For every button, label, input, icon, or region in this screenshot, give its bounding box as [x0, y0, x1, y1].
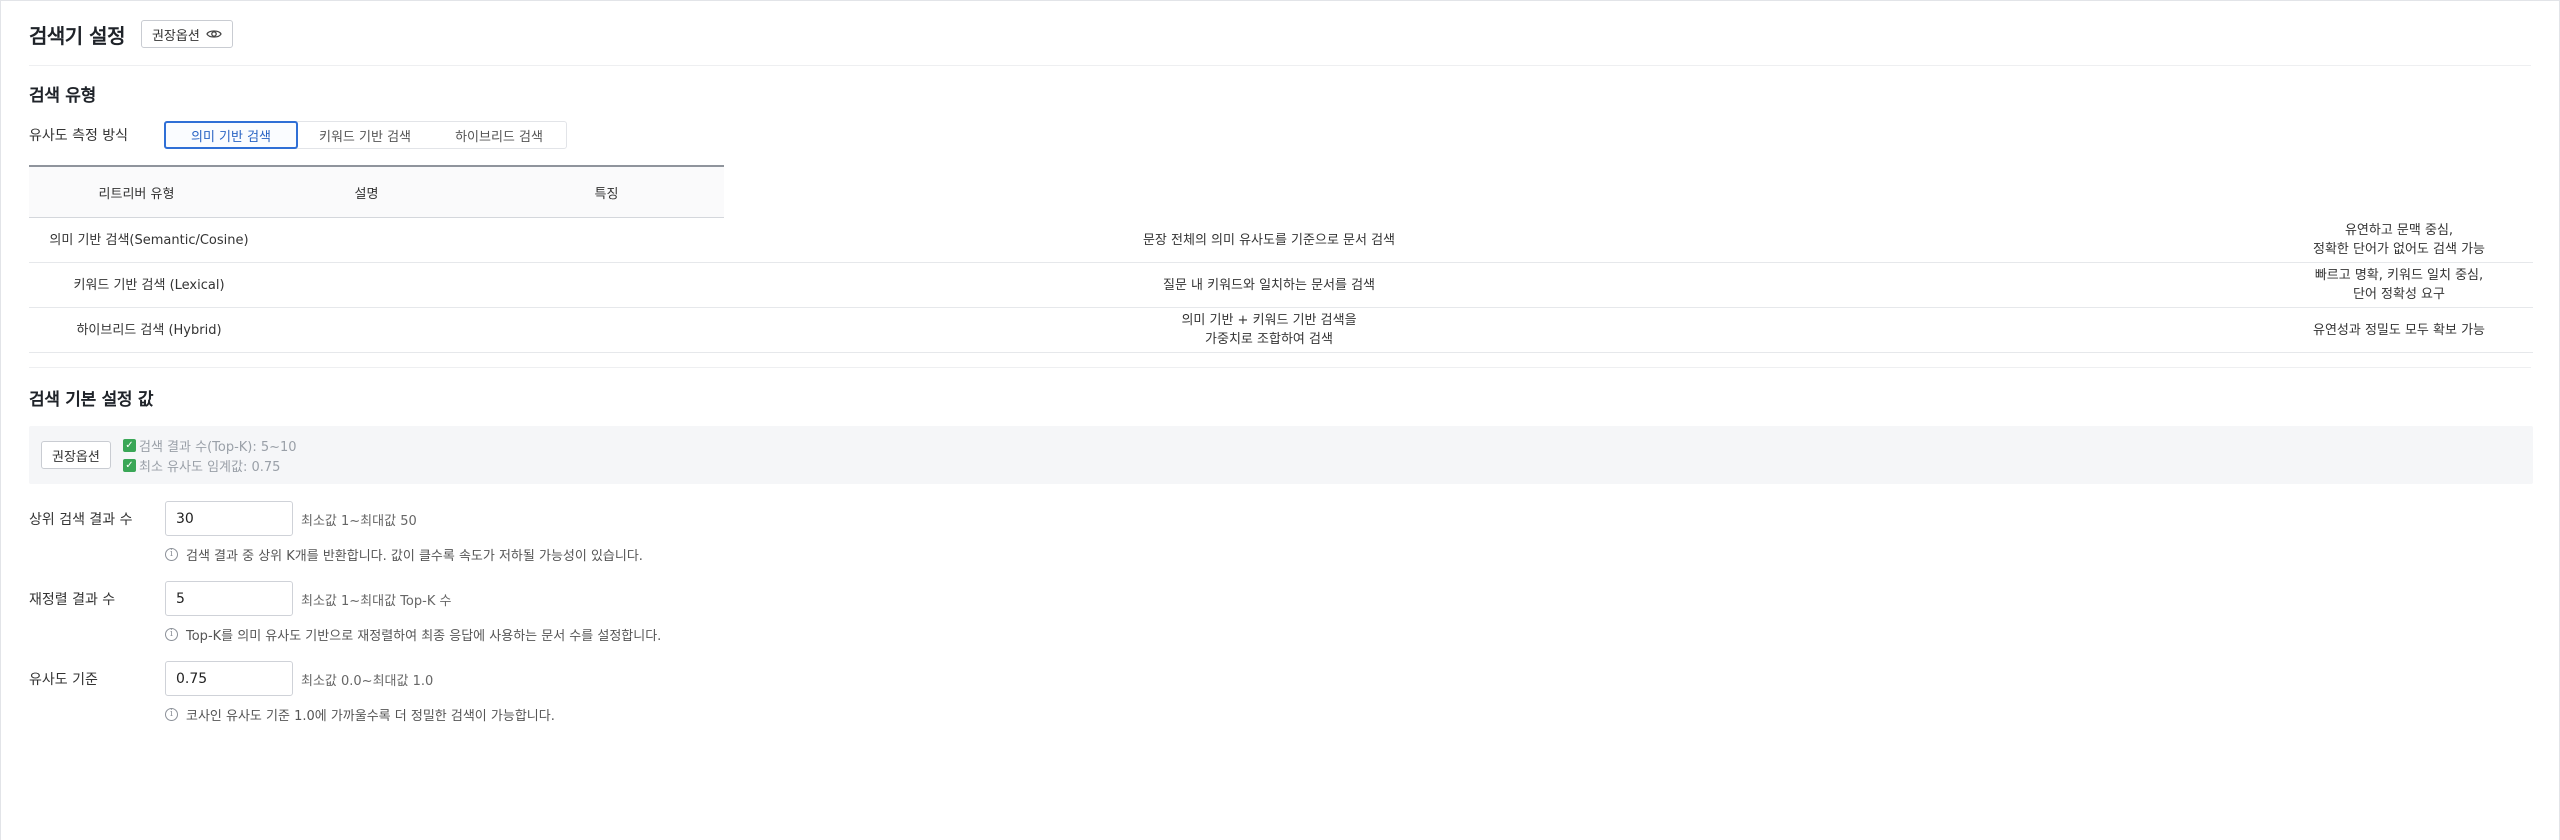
top-k-range: 최소값 1~최대값 50 — [301, 514, 417, 529]
cell-description-line: 가중치로 조합하여 검색 — [1205, 332, 1333, 347]
info-icon: i — [165, 628, 178, 641]
cell-feature: 유연하고 문맥 중심, 정확한 단어가 없어도 검색 가능 — [2219, 218, 2560, 262]
rerank-help-text: Top-K를 의미 유사도 기반으로 재정렬하여 최종 응답에 사용하는 문서 … — [186, 629, 662, 644]
rerank-range: 최소값 1~최대값 Top-K 수 — [301, 594, 452, 609]
segment-hybrid-search[interactable]: 하이브리드 검색 — [432, 122, 566, 148]
cell-description: 문장 전체의 의미 유사도를 기준으로 문서 검색 — [1009, 218, 1529, 262]
similarity-threshold-help: i 코사인 유사도 기준 1.0에 가까울수록 더 정밀한 검색이 가능합니다. — [165, 705, 555, 724]
recommend-line: ✓ 최소 유사도 임계값: 0.75 — [123, 456, 280, 475]
similarity-threshold-label: 유사도 기준 — [29, 672, 98, 688]
check-icon: ✓ — [123, 439, 136, 452]
column-header-description: 설명 — [354, 187, 379, 202]
recommend-options-button[interactable]: 권장옵션 — [41, 441, 111, 469]
top-k-label: 상위 검색 결과 수 — [29, 512, 133, 528]
info-icon: i — [165, 708, 178, 721]
recommend-text: 최소 유사도 임계값: 0.75 — [139, 460, 281, 475]
rerank-help: i Top-K를 의미 유사도 기반으로 재정렬하여 최종 응답에 사용하는 문… — [165, 625, 661, 644]
similarity-method-segmented-control: 의미 기반 검색 키워드 기반 검색 하이브리드 검색 — [164, 121, 567, 149]
table-row: 키워드 기반 검색 (Lexical) 질문 내 키워드와 일치하는 문서를 검… — [29, 263, 2533, 308]
similarity-threshold-input[interactable] — [165, 661, 293, 696]
cell-type: 하이브리드 검색 (Hybrid) — [76, 322, 222, 338]
cell-description: 질문 내 키워드와 일치하는 문서를 검색 — [1009, 263, 1529, 307]
similarity-threshold-help-text: 코사인 유사도 기준 1.0에 가까울수록 더 정밀한 검색이 가능합니다. — [186, 709, 555, 724]
similarity-method-label: 유사도 측정 방식 — [29, 128, 129, 144]
page-header: 검색기 설정 권장옵션 — [29, 19, 233, 49]
info-icon: i — [165, 548, 178, 561]
cell-feature-line: 빠르고 명확, 키워드 일치 중심, — [2314, 268, 2484, 283]
cell-description-line: 질문 내 키워드와 일치하는 문서를 검색 — [1162, 277, 1376, 293]
column-header-type: 리트리버 유형 — [98, 187, 175, 202]
segment-semantic-search[interactable]: 의미 기반 검색 — [164, 121, 298, 149]
cell-type: 키워드 기반 검색 (Lexical) — [73, 277, 225, 293]
top-k-input[interactable] — [165, 501, 293, 536]
column-header-feature: 특징 — [594, 187, 619, 202]
recommend-line: ✓ 검색 결과 수(Top-K): 5~10 — [123, 436, 297, 455]
table-row: 의미 기반 검색(Semantic/Cosine) 문장 전체의 의미 유사도를… — [29, 218, 2533, 263]
retriever-table-header: 리트리버 유형 설명 특징 — [29, 165, 724, 218]
recommend-options-button[interactable]: 권장옵션 — [140, 20, 233, 48]
check-icon: ✓ — [123, 459, 136, 472]
cell-type: 의미 기반 검색(Semantic/Cosine) — [49, 232, 249, 248]
settings-panel: 검색기 설정 권장옵션 검색 유형 유사도 측정 방식 의미 기반 검색 키워드… — [0, 0, 2560, 840]
top-k-help-text: 검색 결과 중 상위 K개를 반환합니다. 값이 클수록 속도가 저하될 가능성… — [186, 549, 643, 564]
search-type-title: 검색 유형 — [29, 86, 96, 106]
table-row: 하이브리드 검색 (Hybrid) 의미 기반 + 키워드 기반 검색을 가중치… — [29, 308, 2533, 353]
cell-feature-line: 정확한 단어가 없어도 검색 가능 — [2312, 242, 2485, 257]
rerank-label: 재정렬 결과 수 — [29, 592, 116, 608]
cell-feature-line: 유연성과 정밀도 모두 확보 가능 — [2312, 322, 2485, 338]
divider — [29, 65, 2531, 66]
cell-description: 의미 기반 + 키워드 기반 검색을 가중치로 조합하여 검색 — [1009, 308, 1529, 352]
eye-icon — [206, 30, 222, 38]
cell-description-line: 문장 전체의 의미 유사도를 기준으로 문서 검색 — [1142, 232, 1396, 248]
segment-keyword-search[interactable]: 키워드 기반 검색 — [298, 122, 432, 148]
cell-feature-line: 유연하고 문맥 중심, — [2344, 223, 2454, 238]
page-title: 검색기 설정 — [29, 23, 125, 48]
divider — [29, 367, 2531, 368]
default-settings-title: 검색 기본 설정 값 — [29, 390, 154, 410]
similarity-threshold-range: 최소값 0.0~최대값 1.0 — [301, 674, 434, 689]
recommend-box: 권장옵션 ✓ 검색 결과 수(Top-K): 5~10 ✓ 최소 유사도 임계값… — [29, 426, 2533, 484]
cell-feature-line: 단어 정확성 요구 — [2352, 287, 2445, 302]
rerank-input[interactable] — [165, 581, 293, 616]
cell-feature: 유연성과 정밀도 모두 확보 가능 — [2219, 308, 2560, 352]
recommend-text: 검색 결과 수(Top-K): 5~10 — [139, 440, 297, 455]
cell-feature: 빠르고 명확, 키워드 일치 중심, 단어 정확성 요구 — [2219, 263, 2560, 307]
recommend-options-label: 권장옵션 — [151, 28, 200, 44]
top-k-help: i 검색 결과 중 상위 K개를 반환합니다. 값이 클수록 속도가 저하될 가… — [165, 545, 643, 564]
cell-description-line: 의미 기반 + 키워드 기반 검색을 — [1181, 313, 1357, 328]
